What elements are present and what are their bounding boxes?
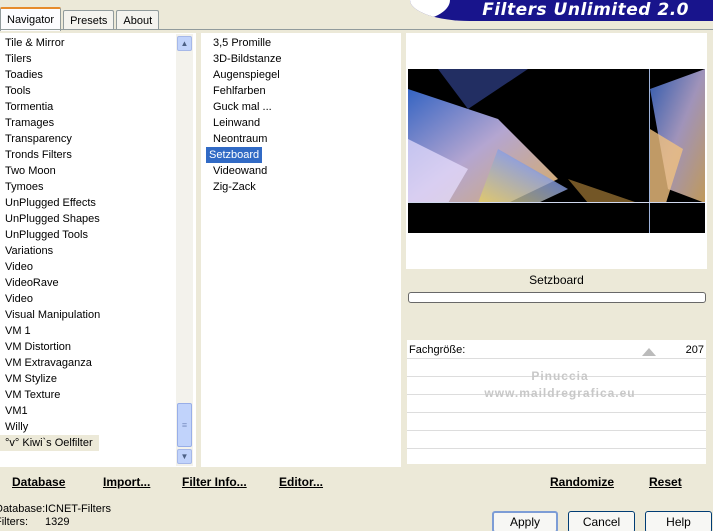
category-list: Tile & Mirror Tilers Toadies Tools Tormentia… — [0, 35, 100, 451]
cancel-button[interactable]: Cancel — [568, 511, 635, 531]
category-item[interactable]: VM 1 — [0, 323, 100, 339]
filter-item[interactable]: Videowand — [208, 163, 281, 179]
status-filters-label: Filters: — [0, 516, 28, 528]
category-item[interactable]: Tronds Filters — [0, 147, 100, 163]
parameter-area: Fachgröße: 207 — [407, 340, 706, 464]
progress-bar — [408, 292, 706, 303]
apply-button[interactable]: Apply — [492, 511, 558, 531]
category-item[interactable]: Visual Manipulation — [0, 307, 100, 323]
randomize-link[interactable]: Randomize — [550, 475, 614, 489]
filter-item[interactable]: Augenspiegel — [208, 67, 281, 83]
filter-list: 3,5 Promille 3D-Bildstanze Augenspiegel Feh… — [206, 35, 281, 195]
filter-item[interactable]: Leinwand — [208, 115, 281, 131]
tab-about[interactable]: About — [116, 10, 160, 30]
category-item[interactable]: Transparency — [0, 131, 100, 147]
param-slider-thumb[interactable] — [642, 348, 656, 356]
scroll-up-button[interactable]: ▲ — [177, 36, 192, 51]
category-item[interactable]: Video — [0, 259, 100, 275]
preview-graphic — [408, 69, 705, 203]
category-item[interactable]: UnPlugged Effects — [0, 195, 100, 211]
import-link[interactable]: Import... — [103, 475, 150, 489]
param-separator — [407, 412, 706, 413]
reset-link[interactable]: Reset — [649, 475, 682, 489]
filter-item[interactable]: Fehlfarben — [208, 83, 281, 99]
category-item[interactable]: Toadies — [0, 67, 100, 83]
category-item[interactable]: Tymoes — [0, 179, 100, 195]
database-link[interactable]: Database — [12, 475, 65, 489]
category-item[interactable]: UnPlugged Shapes — [0, 211, 100, 227]
param-header-strip — [407, 304, 706, 324]
tab-strip: Navigator Presets About — [0, 0, 161, 31]
filter-item[interactable]: Neontraum — [208, 131, 281, 147]
selected-filter-name: Setzboard — [407, 268, 706, 290]
category-item[interactable]: Tormentia — [0, 99, 100, 115]
status-database-value: ICNET-Filters — [45, 503, 111, 515]
param-row-fachgroesse[interactable]: Fachgröße: 207 — [407, 342, 706, 358]
watermark-line1: Pinuccia — [531, 369, 589, 383]
category-item[interactable]: Willy — [0, 419, 100, 435]
tab-divider — [0, 29, 713, 30]
category-scrollbar[interactable]: ▲ ≡ ▼ — [176, 34, 193, 466]
app-banner: Filters Unlimited 2.0 — [410, 0, 713, 21]
preview-divider-horizontal — [408, 202, 705, 203]
category-item[interactable]: VM Texture — [0, 387, 100, 403]
category-list-panel: Tile & Mirror Tilers Toadies Tools Tormentia… — [0, 33, 196, 467]
watermark: Pinuccia www.maildregrafica.eu — [440, 368, 680, 402]
filter-item[interactable]: Setzboard — [206, 147, 263, 163]
param-label: Fachgröße: — [409, 344, 466, 356]
filter-item[interactable]: 3D-Bildstanze — [208, 51, 281, 67]
help-button[interactable]: Help — [645, 511, 712, 531]
preview-image — [408, 69, 705, 233]
category-item[interactable]: VM Stylize — [0, 371, 100, 387]
scroll-down-button[interactable]: ▼ — [177, 449, 192, 464]
status-database: Database:ICNET-Filters — [0, 503, 111, 516]
status-area: Database:ICNET-Filters Filters: 1329 — [0, 503, 111, 529]
category-item[interactable]: Tile & Mirror — [0, 35, 100, 51]
status-filters-value: 1329 — [45, 516, 70, 528]
category-item[interactable]: VM Extravaganza — [0, 355, 100, 371]
param-separator — [407, 430, 706, 431]
tab-navigator[interactable]: Navigator — [0, 7, 62, 31]
watermark-line2: www.maildregrafica.eu — [484, 386, 636, 400]
tab-presets[interactable]: Presets — [63, 10, 115, 30]
category-item[interactable]: Two Moon — [0, 163, 100, 179]
category-item[interactable]: VideoRave — [0, 275, 100, 291]
app-title: Filters Unlimited 2.0 — [482, 0, 689, 20]
preview-divider-vertical — [649, 69, 650, 233]
scroll-thumb[interactable]: ≡ — [177, 403, 192, 447]
category-item[interactable]: Variations — [0, 243, 100, 259]
category-item[interactable]: VM Distortion — [0, 339, 100, 355]
filter-item[interactable]: 3,5 Promille — [208, 35, 281, 51]
category-item[interactable]: UnPlugged Tools — [0, 227, 100, 243]
bottom-link-bar: Database Import... Filter Info... Editor… — [0, 466, 713, 499]
status-database-label: Database: — [0, 503, 46, 515]
param-value: 207 — [685, 344, 704, 356]
filter-info-link[interactable]: Filter Info... — [182, 475, 247, 489]
param-separator — [407, 448, 706, 449]
filter-list-panel: 3,5 Promille 3D-Bildstanze Augenspiegel Feh… — [201, 33, 401, 467]
filter-item[interactable]: Zig-Zack — [208, 179, 281, 195]
category-item[interactable]: °v° Kiwi`s Oelfilter — [0, 435, 99, 451]
filter-item[interactable]: Guck mal ... — [208, 99, 281, 115]
status-filters: Filters: 1329 — [0, 516, 111, 529]
category-item[interactable]: Tools — [0, 83, 100, 99]
category-item[interactable]: Tilers — [0, 51, 100, 67]
editor-link[interactable]: Editor... — [279, 475, 323, 489]
category-item[interactable]: Tramages — [0, 115, 100, 131]
param-separator — [407, 358, 706, 359]
category-item[interactable]: Video — [0, 291, 100, 307]
category-item[interactable]: VM1 — [0, 403, 100, 419]
